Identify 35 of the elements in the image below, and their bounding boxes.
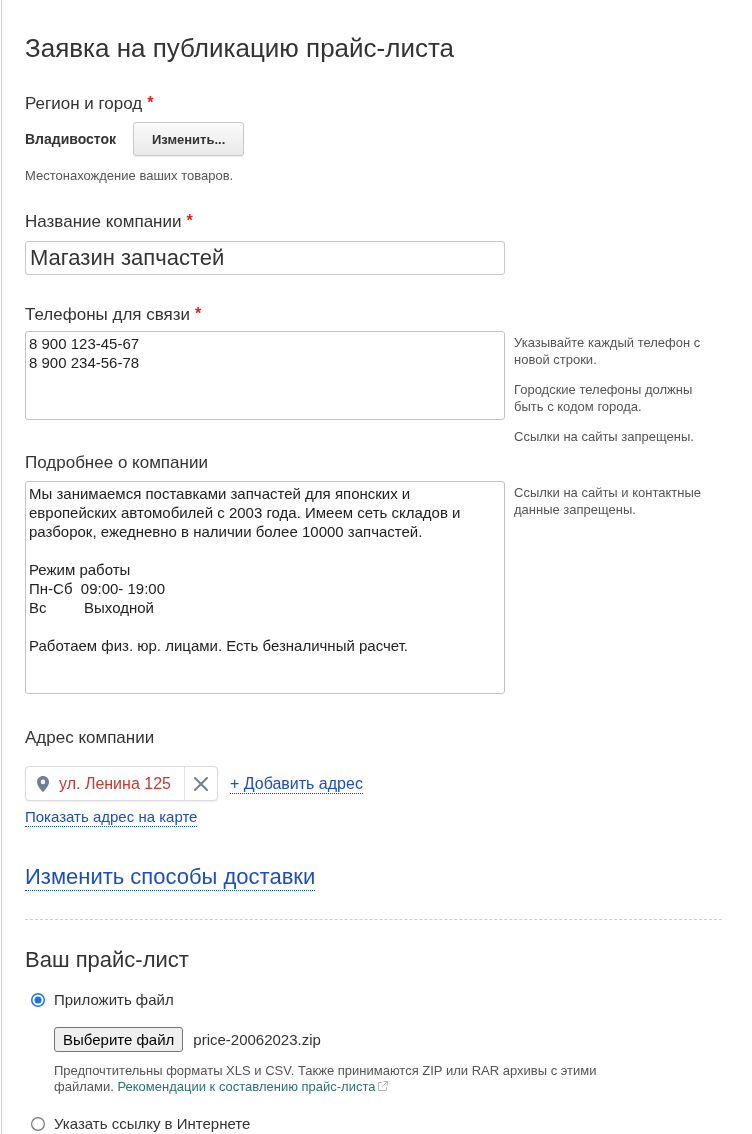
file-name: price-20062023.zip <box>193 1030 321 1049</box>
hint-text: Указывайте каждый телефон с новой строки. <box>514 334 702 368</box>
page-title: Заявка на публикацию прайс-листа <box>25 33 454 64</box>
field-label: Адрес компании <box>25 728 155 748</box>
required-mark: * <box>147 94 154 112</box>
change-button[interactable]: Изменить... <box>133 122 245 156</box>
radio-button[interactable] <box>31 993 45 1007</box>
hint-text: Ссылки на сайты запрещены. <box>514 428 695 445</box>
required-mark: * <box>195 305 202 323</box>
hint-text: Ссылки на сайты и контактные данные запрещены. <box>514 484 702 518</box>
section-title: Ваш прайс-лист <box>25 947 189 973</box>
add-address-link[interactable]: + Добавить адрес <box>229 773 363 794</box>
field-label: Название компании <box>25 212 182 232</box>
city-name: Владивосток <box>25 130 117 148</box>
option-label[interactable]: Приложить файл <box>54 990 174 1010</box>
field-label: Телефоны для связи <box>25 305 191 325</box>
text-input[interactable]: Магазин запчастей <box>25 241 505 275</box>
hint-text: Городские телефоны должны быть с кодом города. <box>514 381 694 415</box>
map-pin-icon <box>37 775 49 792</box>
option-label[interactable]: Указать ссылку в Интернете <box>54 1114 251 1134</box>
external-link-icon <box>377 1081 388 1091</box>
field-label: Регион и город <box>25 94 143 114</box>
textarea-field[interactable]: Мы занимаемся поставками запчастей для японских и европейских автомобилей с 2003 года. Имеем сеть складов и разборок, ежедневно в наличии более 10000 запчастей. Режим работы Пн-Сб 09:00- 19:00 Вс Выходной Работаем физ. юр. лицами. Есть безналичный расчет. <box>25 481 505 694</box>
guide-link[interactable]: Рекомендации к составлению прайс-листа <box>117 1079 388 1094</box>
show-on-map-link[interactable]: Показать адрес на карте <box>25 808 198 827</box>
radio-button[interactable] <box>31 1117 45 1131</box>
close-icon <box>193 776 208 791</box>
required-mark: * <box>186 212 193 230</box>
hint-text: Предпочтительны форматы XLS и CSV. Также принимаются ZIP или RAR архивы с этими файлами. Рекомендации к составлению прайс-листа <box>54 1063 598 1095</box>
choose-file-button[interactable]: Выберите файл <box>54 1027 184 1052</box>
field-label: Подробнее о компании <box>25 453 208 473</box>
textarea-field[interactable]: 8 900 123-45-67 8 900 234-56-78 <box>25 331 505 420</box>
delivery-link[interactable]: Изменить способы доставки <box>25 864 316 891</box>
address-text: ул. Ленина 125 <box>59 774 171 793</box>
hint-text: Местонахождение ваших товаров. <box>25 168 234 184</box>
